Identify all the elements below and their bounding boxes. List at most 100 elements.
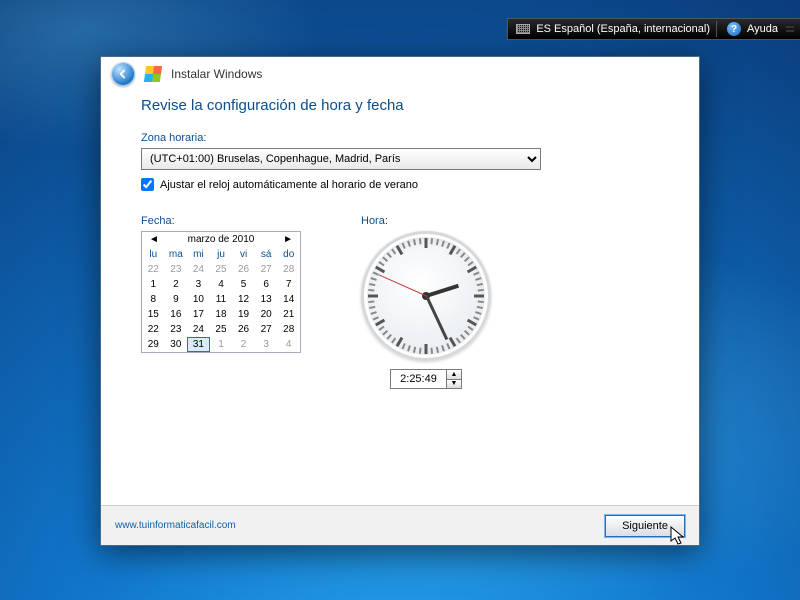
clock-tick (375, 319, 385, 327)
windows-flag-icon (144, 66, 162, 82)
calendar-dow: do (277, 247, 300, 262)
calendar-day[interactable]: 15 (142, 307, 165, 322)
calendar-day[interactable]: 14 (277, 292, 300, 307)
clock-tick (425, 238, 428, 248)
calendar-day[interactable]: 21 (277, 307, 300, 322)
timezone-select[interactable]: (UTC+01:00) Bruselas, Copenhague, Madrid… (141, 148, 541, 170)
calendar-day[interactable]: 8 (142, 292, 165, 307)
calendar-prev-button[interactable]: ◄ (146, 234, 162, 245)
clock-tick (446, 243, 450, 249)
dst-label: Ajustar el reloj automáticamente al hora… (160, 179, 418, 191)
calendar-day[interactable]: 19 (232, 307, 255, 322)
clock-hour-hand (425, 284, 459, 298)
help-icon[interactable]: ? (727, 22, 741, 36)
calendar-day[interactable]: 3 (187, 277, 210, 292)
calendar-day[interactable]: 1 (210, 337, 233, 352)
calendar-day[interactable]: 4 (277, 337, 300, 352)
page-title: Revise la configuración de hora y fecha (141, 97, 659, 114)
dst-checkbox[interactable] (141, 178, 154, 191)
window-title: Instalar Windows (171, 67, 262, 81)
clock-sec-hand (378, 274, 426, 296)
clock-tick (475, 311, 481, 315)
dialog-footer: www.tuinformaticafacil.com Siguiente (101, 505, 699, 545)
calendar-day[interactable]: 3 (255, 337, 278, 352)
calendar-day[interactable]: 1 (142, 277, 165, 292)
calendar-dow: lu (142, 247, 165, 262)
calendar-day[interactable]: 27 (255, 262, 278, 277)
clock-tick (371, 311, 377, 315)
clock-tick (368, 300, 374, 303)
date-label: Fecha: (141, 215, 301, 227)
calendar[interactable]: ◄ marzo de 2010 ► lumamijuvisádo22232425… (141, 231, 301, 353)
installer-dialog: Instalar Windows Revise la configuración… (100, 56, 700, 546)
clock-tick (419, 348, 422, 354)
calendar-day[interactable]: 5 (232, 277, 255, 292)
help-label[interactable]: Ayuda (747, 23, 778, 35)
calendar-day[interactable]: 27 (255, 322, 278, 337)
calendar-next-button[interactable]: ► (280, 234, 296, 245)
clock-tick (477, 306, 483, 309)
calendar-day[interactable]: 23 (165, 262, 188, 277)
clock-tick (391, 337, 396, 343)
clock-tick (477, 283, 483, 286)
calendar-day[interactable]: 6 (255, 277, 278, 292)
calendar-day[interactable]: 20 (255, 307, 278, 322)
language-label[interactable]: ES Español (España, internacional) (536, 23, 710, 35)
time-spinner[interactable]: ▲ ▼ (390, 369, 462, 389)
calendar-day[interactable]: 30 (165, 337, 188, 352)
calendar-day[interactable]: 26 (232, 262, 255, 277)
calendar-day[interactable]: 26 (232, 322, 255, 337)
clock-tick (436, 347, 439, 353)
calendar-day[interactable]: 4 (210, 277, 233, 292)
clock-tick (371, 277, 377, 281)
calendar-day[interactable]: 24 (187, 262, 210, 277)
window-controls[interactable] (786, 20, 796, 38)
time-down-button[interactable]: ▼ (446, 379, 462, 389)
calendar-day[interactable]: 12 (232, 292, 255, 307)
calendar-day[interactable]: 13 (255, 292, 278, 307)
clock-tick (369, 283, 375, 286)
calendar-day[interactable]: 29 (142, 337, 165, 352)
time-up-button[interactable]: ▲ (446, 369, 462, 379)
language-help-bar: ES Español (España, internacional) ? Ayu… (507, 18, 800, 40)
clock-tick (419, 238, 422, 244)
calendar-day[interactable]: 25 (210, 322, 233, 337)
clock-tick (378, 261, 384, 266)
calendar-day[interactable]: 9 (165, 292, 188, 307)
calendar-day[interactable]: 17 (187, 307, 210, 322)
clock-tick (456, 337, 461, 343)
dst-row[interactable]: Ajustar el reloj automáticamente al hora… (141, 178, 659, 191)
calendar-day[interactable]: 2 (232, 337, 255, 352)
calendar-month-title: marzo de 2010 (188, 234, 255, 245)
clock-tick (478, 300, 484, 303)
clock-tick (474, 295, 484, 298)
calendar-day[interactable]: 22 (142, 322, 165, 337)
clock-min-hand (425, 295, 448, 340)
calendar-day[interactable]: 24 (187, 322, 210, 337)
calendar-day[interactable]: 11 (210, 292, 233, 307)
dialog-header: Instalar Windows (101, 57, 699, 91)
clock-tick (382, 330, 388, 336)
calendar-day[interactable]: 23 (165, 322, 188, 337)
calendar-day[interactable]: 28 (277, 322, 300, 337)
clock-tick (407, 345, 411, 351)
calendar-dow: mi (187, 247, 210, 262)
next-button[interactable]: Siguiente (605, 515, 685, 537)
time-input[interactable] (390, 369, 446, 389)
clock-tick (413, 347, 416, 353)
calendar-day[interactable]: 28 (277, 262, 300, 277)
back-button[interactable] (111, 62, 135, 86)
calendar-day[interactable]: 7 (277, 277, 300, 292)
footer-link[interactable]: www.tuinformaticafacil.com (115, 520, 236, 531)
timezone-label: Zona horaria: (141, 132, 659, 144)
calendar-day[interactable]: 18 (210, 307, 233, 322)
clock-tick (464, 256, 470, 262)
calendar-day[interactable]: 31 (187, 337, 210, 352)
clock-tick (430, 348, 433, 354)
clock-tick (473, 316, 479, 320)
calendar-day[interactable]: 22 (142, 262, 165, 277)
calendar-day[interactable]: 10 (187, 292, 210, 307)
calendar-day[interactable]: 2 (165, 277, 188, 292)
calendar-day[interactable]: 25 (210, 262, 233, 277)
calendar-day[interactable]: 16 (165, 307, 188, 322)
